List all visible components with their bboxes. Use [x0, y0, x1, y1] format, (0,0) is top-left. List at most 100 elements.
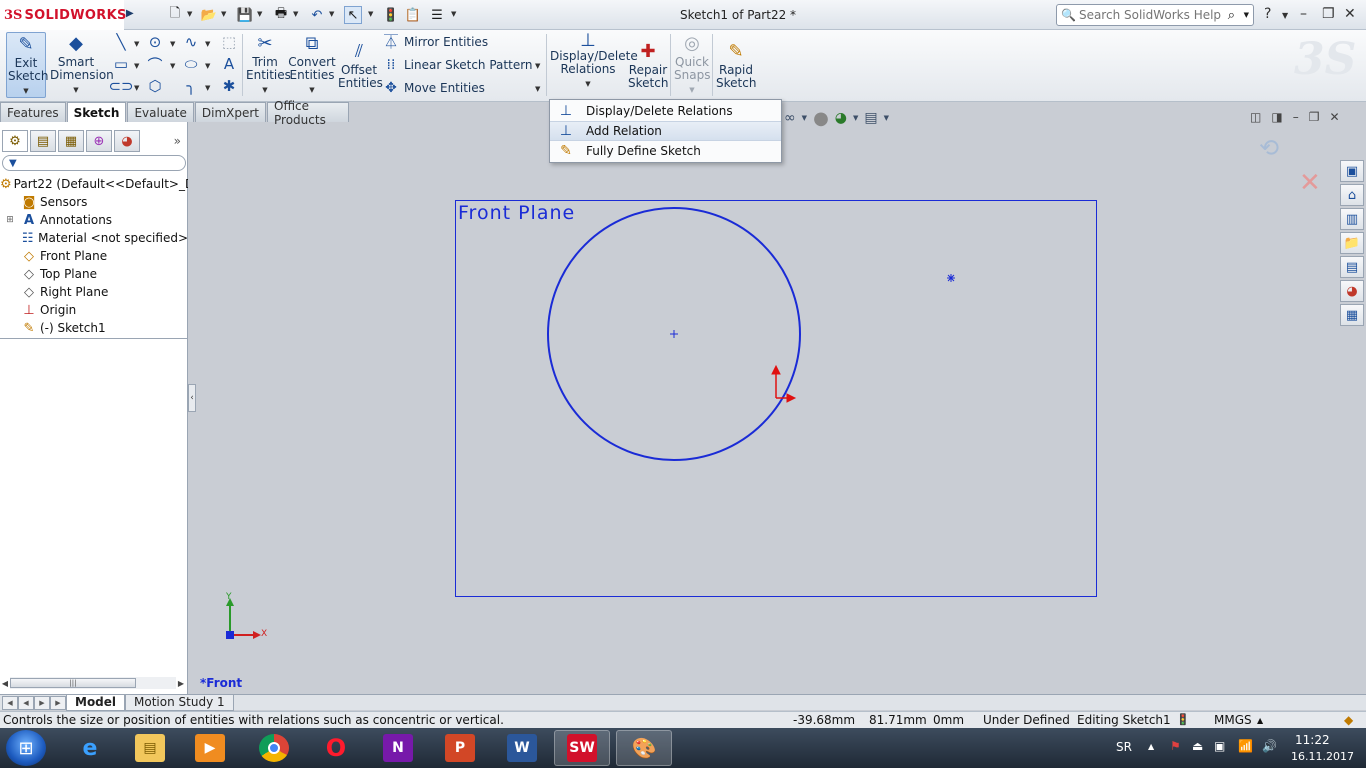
minimize-icon[interactable]: –: [1293, 110, 1299, 124]
tab-sketch[interactable]: Sketch: [66, 102, 127, 122]
text-icon[interactable]: A: [218, 54, 240, 74]
unit-system-selector[interactable]: MMGS: [1214, 713, 1252, 727]
mirror-entities-button[interactable]: ⏄ Mirror Entities: [382, 32, 488, 52]
chevron-down-icon[interactable]: ▼: [257, 10, 262, 18]
repair-sketch-button[interactable]: ✚ Repair Sketch: [628, 40, 668, 90]
smart-dimension-button[interactable]: ◆ Smart Dimension ▼: [50, 32, 114, 97]
chevron-down-icon[interactable]: ▼: [689, 84, 694, 97]
open-folder-icon[interactable]: 📂: [200, 6, 218, 24]
tab-dimxpert[interactable]: DimXpert: [194, 102, 266, 122]
spline-icon[interactable]: ∿: [180, 32, 202, 52]
action-center-icon[interactable]: ⚑: [1170, 739, 1181, 753]
close-icon[interactable]: ✕: [1344, 6, 1356, 22]
display-manager-tab-icon[interactable]: ◕: [114, 130, 140, 152]
rectangle-icon[interactable]: ▭: [110, 54, 132, 74]
custom-properties-icon[interactable]: ▦: [1340, 304, 1364, 326]
menu-item-display-delete-relations[interactable]: ⊥ Display/Delete Relations: [550, 101, 781, 121]
tree-filter-box[interactable]: ▼: [2, 155, 186, 171]
new-document-icon[interactable]: 🗋: [166, 6, 184, 24]
chevron-down-icon[interactable]: ▼: [262, 84, 267, 97]
fillet-icon[interactable]: ╮: [180, 76, 202, 96]
media-player-icon[interactable]: ▶: [182, 730, 238, 766]
last-tab-icon[interactable]: ▶: [50, 695, 66, 710]
tab-motion-study[interactable]: Motion Study 1: [125, 694, 234, 711]
split-vertical-icon[interactable]: ◨: [1271, 110, 1282, 124]
chevron-down-icon[interactable]: ▼: [170, 62, 175, 70]
menu-item-fully-define-sketch[interactable]: ✎ Fully Define Sketch: [550, 141, 781, 161]
ellipse-icon[interactable]: ⬭: [180, 54, 202, 74]
language-indicator[interactable]: SR: [1116, 740, 1132, 754]
file-properties-icon[interactable]: 📋: [404, 6, 422, 24]
select-pointer-icon[interactable]: ↖: [344, 6, 362, 24]
volume-icon[interactable]: 🔊: [1262, 739, 1277, 753]
chevron-down-icon[interactable]: ▼: [170, 40, 175, 48]
offset-entities-button[interactable]: ⫽ Offset Entities: [338, 40, 383, 90]
chevron-down-icon[interactable]: ▼: [802, 114, 807, 122]
design-library-icon[interactable]: ▥: [1340, 208, 1364, 230]
tree-item-origin[interactable]: ⊥ Origin: [0, 301, 188, 319]
usb-device-icon[interactable]: ⏏: [1192, 739, 1203, 753]
print-icon[interactable]: 🖶: [272, 6, 290, 24]
chevron-down-icon[interactable]: ▼: [368, 10, 373, 18]
chevron-down-icon[interactable]: ▼: [23, 85, 28, 98]
prev-tab-icon[interactable]: ◀: [18, 695, 34, 710]
tree-item-top-plane[interactable]: ◇ Top Plane: [0, 265, 188, 283]
slot-icon[interactable]: ⊂⊃: [108, 76, 133, 96]
quick-snaps-button[interactable]: ◎ Quick Snaps ▼: [674, 32, 710, 97]
move-entities-button[interactable]: ✥ Move Entities: [382, 78, 485, 98]
edit-appearance-icon[interactable]: ●: [813, 108, 829, 129]
chevron-down-icon[interactable]: ▼: [187, 10, 192, 18]
convert-entities-button[interactable]: ⧉ Convert Entities ▼: [288, 32, 336, 97]
chevron-down-icon[interactable]: ▼: [535, 85, 540, 93]
options-icon[interactable]: ☰: [428, 6, 446, 24]
opera-icon[interactable]: O: [308, 730, 364, 766]
clock-date[interactable]: 16.11.2017: [1291, 750, 1354, 763]
menu-expand-icon[interactable]: ▶: [126, 8, 134, 19]
home-icon[interactable]: ⌂: [1340, 184, 1364, 206]
expand-plus-icon[interactable]: ⊞: [0, 215, 20, 225]
chevron-down-icon[interactable]: ▼: [1244, 11, 1249, 19]
linear-sketch-pattern-button[interactable]: ⁞⁞ Linear Sketch Pattern: [382, 55, 533, 75]
scroll-left-icon[interactable]: ◀: [0, 679, 10, 688]
chrome-icon[interactable]: [246, 730, 302, 766]
line-icon[interactable]: ╲: [110, 32, 132, 52]
first-tab-icon[interactable]: ◀: [2, 695, 18, 710]
restore-icon[interactable]: ❐: [1322, 6, 1335, 22]
solidworks-taskbar-icon[interactable]: SW: [554, 730, 610, 766]
start-button-icon[interactable]: ⊞: [6, 730, 46, 766]
graphics-area[interactable]: Y X Front Plane *Front ⟲ ✕: [189, 122, 1340, 694]
view-settings-icon[interactable]: ▤: [864, 110, 877, 126]
tree-item-sketch1[interactable]: ✎ (-) Sketch1: [0, 319, 188, 337]
tree-item-sensors[interactable]: ◙ Sensors: [0, 193, 188, 211]
tab-model[interactable]: Model: [66, 694, 126, 711]
tab-office-products[interactable]: Office Products: [267, 99, 349, 127]
scroll-right-icon[interactable]: ▶: [176, 679, 186, 688]
chevron-right-icon[interactable]: »: [174, 134, 181, 148]
clipboard-icon[interactable]: ▣: [1214, 739, 1225, 753]
solidworks-logo[interactable]: 3S SOLIDWORKS: [0, 0, 126, 30]
chevron-down-icon[interactable]: ▼: [853, 114, 858, 122]
menu-item-add-relation[interactable]: ⊥ Add Relation: [550, 121, 781, 141]
chevron-down-icon[interactable]: ▼: [134, 40, 139, 48]
chevron-down-icon[interactable]: ▼: [329, 10, 334, 18]
internet-explorer-icon[interactable]: e: [62, 730, 118, 766]
onenote-icon[interactable]: N: [370, 730, 426, 766]
tab-features[interactable]: Features: [0, 102, 66, 122]
tree-item-right-plane[interactable]: ◇ Right Plane: [0, 283, 188, 301]
scroll-track[interactable]: |||: [10, 677, 176, 689]
construction-geometry-icon[interactable]: ⬚: [218, 32, 240, 52]
tree-item-material[interactable]: ☷ Material <not specified>: [0, 229, 188, 247]
dimxpert-manager-tab-icon[interactable]: ⊕: [86, 130, 112, 152]
property-manager-tab-icon[interactable]: ▤: [30, 130, 56, 152]
help-icon[interactable]: ?: [1264, 6, 1271, 22]
cancel-sketch-icon[interactable]: ✕: [1299, 168, 1321, 198]
show-hidden-icons-icon[interactable]: ▲: [1148, 742, 1154, 751]
file-explorer-icon[interactable]: ▤: [122, 730, 178, 766]
view-palette-icon[interactable]: ▤: [1340, 256, 1364, 278]
chevron-down-icon[interactable]: ▼: [221, 10, 226, 18]
help-search-input[interactable]: [1078, 8, 1229, 22]
circle-icon[interactable]: ⊙: [144, 32, 166, 52]
chevron-down-icon[interactable]: ▼: [884, 114, 889, 122]
trim-entities-button[interactable]: ✂ Trim Entities ▼: [246, 32, 291, 97]
rebuild-status-icon[interactable]: 🚦: [1176, 713, 1190, 726]
